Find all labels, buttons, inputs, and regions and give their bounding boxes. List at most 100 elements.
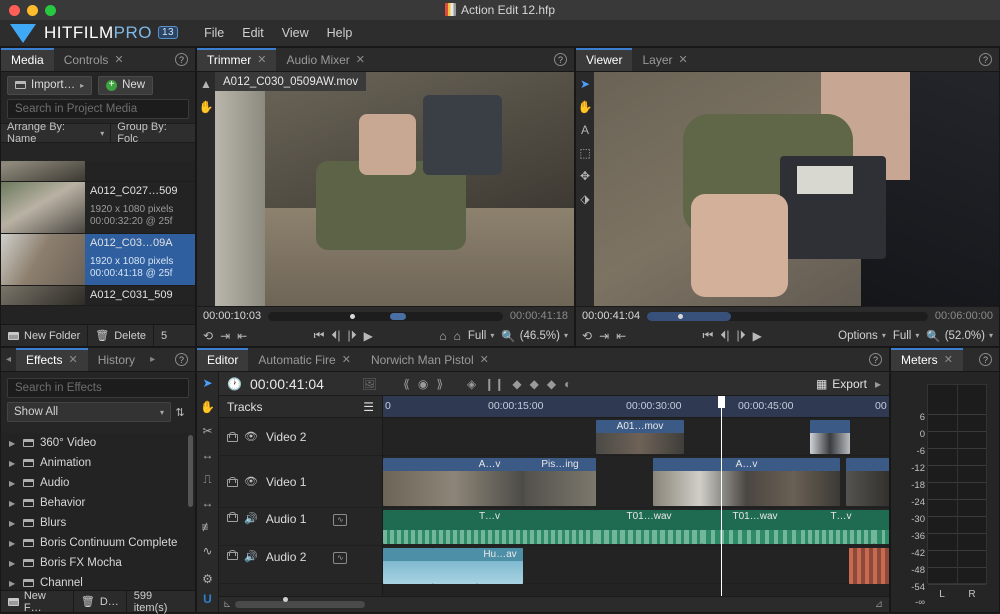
play-icon[interactable]: ▶ <box>753 329 762 343</box>
help-icon[interactable]: ? <box>869 353 882 366</box>
lock-icon[interactable] <box>227 550 238 560</box>
mask-icon[interactable]: ⬗ <box>578 192 592 206</box>
scrub-handle[interactable] <box>390 312 407 320</box>
help-icon[interactable]: ? <box>175 353 188 366</box>
tab-trimmer[interactable]: Trimmer ✕ <box>197 48 277 71</box>
list-item[interactable]: ▶ Blurs <box>1 513 195 533</box>
new-folder-button[interactable]: New F… <box>1 590 73 614</box>
prev-keyframe-icon[interactable]: ⟪ <box>403 377 410 391</box>
track-lane-video2[interactable]: A01…mov <box>383 418 889 456</box>
close-icon[interactable]: ✕ <box>944 353 953 366</box>
track-lane-audio2[interactable]: Hu…av <box>383 546 889 584</box>
timeline-clip[interactable] <box>846 458 889 506</box>
keyframe-diamond-icon[interactable]: ◆ <box>512 377 521 391</box>
timeline-scrollbar[interactable]: ⊾ ⊿ <box>219 596 889 612</box>
track-header-video1[interactable]: 👁 Video 1 <box>219 456 382 508</box>
viewer-options-dropdown[interactable]: Options ▾ <box>838 330 886 342</box>
ripple-icon[interactable]: ⎍ <box>200 472 216 486</box>
menu-view[interactable]: View <box>282 26 309 40</box>
playhead-dot[interactable] <box>350 313 356 319</box>
move-icon[interactable]: ✥ <box>578 169 592 183</box>
scrollbar-handle-dot[interactable] <box>283 597 289 602</box>
eye-icon[interactable]: 👁 <box>244 475 258 488</box>
tab-editor[interactable]: Editor <box>197 348 249 371</box>
delete-button[interactable]: 🗑 Delete <box>88 325 153 346</box>
tab-scroll-right-icon[interactable]: ▸ <box>145 348 160 371</box>
timeline-clip[interactable]: Hu…av <box>477 548 523 584</box>
pause-marker-icon[interactable]: ❙❙ <box>484 377 504 391</box>
tab-layer[interactable]: Layer ✕ <box>632 48 697 71</box>
unit-logo-icon[interactable]: U <box>200 592 216 606</box>
chevron-right-icon[interactable]: ▶ <box>9 559 17 568</box>
timeline-ruler[interactable]: 0 00:00:15:00 00:00:30:00 00:00:45:00 00 <box>383 396 889 418</box>
overwrite-icon[interactable]: ⇤ <box>237 329 247 343</box>
insert-icon[interactable]: ⇥ <box>220 329 230 343</box>
list-item[interactable]: ▶ 360° Video <box>1 433 195 453</box>
select-arrow-icon[interactable]: ➤ <box>578 77 592 91</box>
chevron-right-icon[interactable]: ▶ <box>9 579 17 588</box>
text-icon[interactable]: A <box>578 123 592 137</box>
timeline-clip[interactable]: T…v <box>808 510 874 544</box>
hand-icon[interactable]: ✋ <box>200 400 216 414</box>
list-item[interactable]: A012_C031_509 <box>1 286 195 306</box>
scrollbar-thumb[interactable] <box>235 597 366 608</box>
delete-button[interactable]: 🗑 D… <box>74 591 126 612</box>
marquee-icon[interactable]: ⬚ <box>578 146 592 160</box>
step-forward-icon[interactable]: |⏵ <box>736 328 745 343</box>
menu-edit[interactable]: Edit <box>242 26 264 40</box>
arrange-by-dropdown[interactable]: Arrange By: Name ▾ <box>1 121 110 145</box>
slide-icon[interactable]: ↔ <box>200 448 216 462</box>
trimmer-video-preview[interactable] <box>215 72 574 306</box>
select-arrow-icon[interactable]: ▲ <box>199 77 213 91</box>
window-controls[interactable] <box>9 4 56 16</box>
list-item[interactable]: ▶ Behavior <box>1 493 195 513</box>
tab-viewer[interactable]: Viewer <box>576 48 633 71</box>
timeline-clip[interactable]: A…v <box>653 458 840 506</box>
audio-keyframe-icon[interactable]: ∿ <box>333 514 348 526</box>
chevron-right-icon[interactable]: ▶ <box>9 459 17 468</box>
new-button[interactable]: + New <box>98 75 154 95</box>
tab-scroll-left-icon[interactable]: ◂ <box>1 348 16 371</box>
step-back-icon[interactable]: ⏴| <box>331 328 340 343</box>
select-arrow-icon[interactable]: ➤ <box>200 376 216 390</box>
help-icon[interactable]: ? <box>554 53 567 66</box>
keyframe-diamond-icon[interactable]: ◆ <box>530 377 539 391</box>
export-button[interactable]: ▦ Export <box>816 377 867 391</box>
list-item[interactable]: 1920 x 1080 pixels 00:00:18:22 @ 25f <box>1 161 195 182</box>
track-header-audio1[interactable]: 🔊 Audio 1 ∿ <box>219 508 382 546</box>
timeline-clip[interactable]: T0…av <box>874 510 889 544</box>
split-marker-icon[interactable]: ◐ <box>564 377 571 391</box>
go-to-start-icon[interactable]: ⏮ <box>703 328 714 343</box>
list-item[interactable]: A012_C027…509 1920 x 1080 pixels 00:00:3… <box>1 182 195 234</box>
track-lane-video1[interactable]: A…v Pis…ing A…v <box>383 456 889 508</box>
tab-automatic-fire[interactable]: Automatic Fire ✕ <box>248 348 361 371</box>
timeline-clip[interactable]: Pis…ing <box>524 458 596 506</box>
go-to-start-icon[interactable]: ⏮ <box>314 328 325 343</box>
marker-icon[interactable]: ◈ <box>467 377 476 391</box>
step-back-icon[interactable]: ⏴| <box>720 328 729 343</box>
viewer-quality-dropdown[interactable]: Full ▾ <box>893 330 920 342</box>
close-icon[interactable]: ✕ <box>69 353 78 366</box>
lock-icon[interactable] <box>227 512 238 522</box>
playhead[interactable] <box>718 396 725 596</box>
trimmer-quality-dropdown[interactable]: Full ▾ <box>468 330 495 342</box>
insert-icon[interactable]: ⇥ <box>599 329 609 343</box>
timeline-clip[interactable] <box>849 548 889 584</box>
effects-search-input[interactable]: Search in Effects <box>7 378 189 398</box>
chevron-right-icon[interactable]: ▶ <box>9 479 17 488</box>
audio-keyframe-icon[interactable]: ∿ <box>333 552 348 564</box>
chevron-right-icon[interactable]: ▶ <box>9 519 17 528</box>
step-forward-icon[interactable]: |⏵ <box>348 328 357 343</box>
lock-icon[interactable] <box>227 431 238 442</box>
next-keyframe-icon[interactable]: ⟫ <box>436 377 443 391</box>
timeline[interactable]: 0 00:00:15:00 00:00:30:00 00:00:45:00 00… <box>383 396 889 596</box>
mark-in-icon[interactable]: ⌂ <box>439 329 446 343</box>
track-select-icon[interactable]: ≢ <box>200 520 216 534</box>
menu-help[interactable]: Help <box>327 26 353 40</box>
viewer-zoom-dropdown[interactable]: 🔍 (52.0%) ▾ <box>926 329 993 343</box>
timeline-clip[interactable]: A01…mov <box>596 420 684 454</box>
viewer-video-preview[interactable] <box>594 72 999 306</box>
close-icon[interactable]: ✕ <box>480 353 489 366</box>
speaker-icon[interactable]: 🔊 <box>244 550 258 563</box>
help-icon[interactable]: ? <box>979 353 992 366</box>
